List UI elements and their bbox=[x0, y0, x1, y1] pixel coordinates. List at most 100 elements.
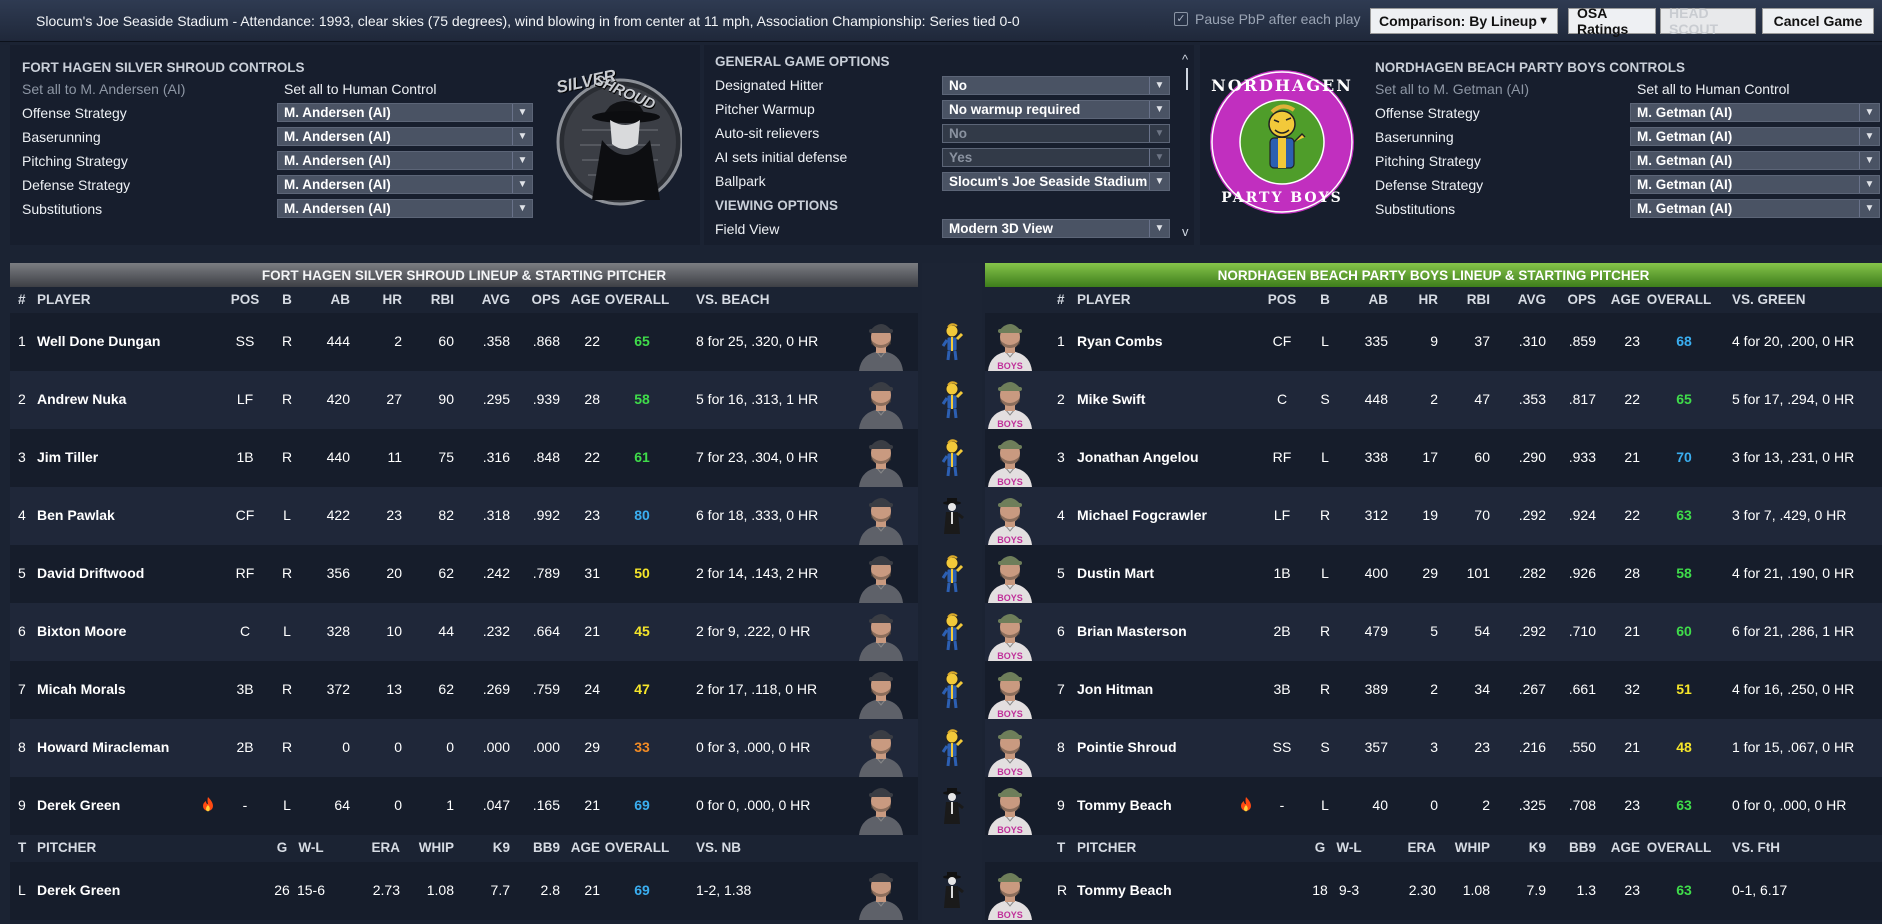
set-all-ai-right[interactable]: Set all to M. Getman (AI) bbox=[1375, 81, 1529, 97]
scrollbar-thumb[interactable] bbox=[1186, 68, 1188, 90]
option-value: No warmup required bbox=[949, 102, 1081, 117]
cancel-game-button[interactable]: Cancel Game bbox=[1762, 8, 1874, 34]
set-all-human-right[interactable]: Set all to Human Control bbox=[1637, 81, 1790, 97]
player-avg: .292 bbox=[1518, 623, 1546, 639]
pitcher-vs: 1-2, 1.38 bbox=[696, 882, 752, 898]
player-name: Jon Hitman bbox=[1077, 681, 1154, 697]
option-label: Pitcher Warmup bbox=[715, 101, 815, 117]
player-overall: 63 bbox=[1676, 797, 1692, 813]
player-bats: R bbox=[281, 739, 293, 755]
chevron-down-icon: ▼ bbox=[1859, 176, 1879, 193]
chevron-down-icon: ▼ bbox=[512, 152, 532, 169]
control-select[interactable]: M. Andersen (AI) ▼ bbox=[277, 151, 533, 170]
chevron-down-icon: ▼ bbox=[1149, 220, 1169, 237]
player-ab: 444 bbox=[326, 333, 350, 349]
control-select[interactable]: M. Andersen (AI) ▼ bbox=[277, 127, 533, 146]
control-value: M. Getman (AI) bbox=[1637, 153, 1733, 168]
col-header-vs: VS. GREEN bbox=[1732, 292, 1806, 307]
option-label: AI sets initial defense bbox=[715, 149, 848, 165]
control-select[interactable]: M. Getman (AI) ▼ bbox=[1630, 175, 1880, 194]
player-bats: L bbox=[283, 797, 291, 813]
osa-ratings-button[interactable]: OSA Ratings bbox=[1568, 5, 1656, 37]
player-age: 24 bbox=[584, 681, 600, 697]
control-select[interactable]: M. Getman (AI) ▼ bbox=[1630, 151, 1880, 170]
set-all-human-left[interactable]: Set all to Human Control bbox=[284, 81, 437, 97]
control-value: M. Andersen (AI) bbox=[284, 129, 391, 144]
pitcher-vs: 0-1, 6.17 bbox=[1732, 882, 1788, 898]
control-select[interactable]: M. Getman (AI) ▼ bbox=[1630, 127, 1880, 146]
svg-text:BOYS: BOYS bbox=[997, 419, 1023, 429]
player-hr: 5 bbox=[1430, 623, 1438, 639]
col-header-age: AGE bbox=[1610, 292, 1640, 307]
control-label: Pitching Strategy bbox=[1375, 153, 1481, 169]
player-avatar: BOYS bbox=[984, 603, 1036, 661]
comparison-dropdown[interactable]: Comparison: By Lineup ▼ bbox=[1370, 8, 1558, 34]
svg-text:BOYS: BOYS bbox=[997, 767, 1023, 777]
option-select[interactable]: Slocum's Joe Seaside Stadium ▼ bbox=[942, 172, 1170, 191]
scroll-down-icon[interactable]: v bbox=[1182, 224, 1189, 239]
logo-text-bottom: PARTY BOYS bbox=[1221, 190, 1343, 206]
player-bats: R bbox=[281, 391, 293, 407]
chevron-down-icon: ▼ bbox=[512, 200, 532, 217]
player-pos: RF bbox=[235, 565, 255, 581]
player-pos: 2B bbox=[1273, 623, 1291, 639]
head-scout-label: HEAD SCOUT bbox=[1669, 5, 1718, 37]
player-ops: .550 bbox=[1568, 739, 1596, 755]
field-view-select[interactable]: Modern 3D View ▼ bbox=[942, 219, 1170, 238]
pitcher-k9: 7.9 bbox=[1526, 882, 1546, 898]
player-bats: S bbox=[1320, 739, 1330, 755]
col-header-whip: WHIP bbox=[1454, 840, 1490, 855]
row-number: 3 bbox=[18, 449, 26, 465]
player-rbi: 101 bbox=[1466, 565, 1490, 581]
general-options-panel bbox=[704, 45, 1194, 245]
player-name: Well Done Dungan bbox=[37, 333, 161, 349]
set-all-ai-left[interactable]: Set all to M. Andersen (AI) bbox=[22, 81, 185, 97]
player-age: 28 bbox=[1624, 565, 1640, 581]
player-overall: 65 bbox=[1676, 391, 1692, 407]
player-ops: .926 bbox=[1568, 565, 1596, 581]
player-rbi: 0 bbox=[446, 739, 454, 755]
control-value: M. Getman (AI) bbox=[1637, 129, 1733, 144]
player-ab: 440 bbox=[326, 449, 350, 465]
vault-boy-icon bbox=[938, 322, 966, 362]
player-vs: 4 for 21, .190, 0 HR bbox=[1732, 565, 1855, 581]
option-select[interactable]: No warmup required ▼ bbox=[942, 100, 1170, 119]
player-hr: 13 bbox=[386, 681, 402, 697]
right-controls-title: NORDHAGEN BEACH PARTY BOYS CONTROLS bbox=[1375, 60, 1686, 75]
player-avg: .216 bbox=[1518, 739, 1546, 755]
player-vs: 3 for 13, .231, 0 HR bbox=[1732, 449, 1855, 465]
control-select[interactable]: M. Andersen (AI) ▼ bbox=[277, 175, 533, 194]
svg-text:BOYS: BOYS bbox=[997, 910, 1023, 920]
player-age: 21 bbox=[584, 797, 600, 813]
player-overall: 61 bbox=[634, 449, 650, 465]
player-avatar: BOYS bbox=[984, 661, 1036, 719]
player-name: Bixton Moore bbox=[37, 623, 127, 639]
col-header-avg: AVG bbox=[481, 292, 510, 307]
player-overall: 60 bbox=[1676, 623, 1692, 639]
col-header-hr: HR bbox=[1418, 292, 1439, 307]
pause-pbp-checkbox[interactable]: ✓ Pause PbP after each play bbox=[1174, 11, 1361, 27]
control-select[interactable]: M. Andersen (AI) ▼ bbox=[277, 103, 533, 122]
scroll-up-icon[interactable]: ^ bbox=[1182, 52, 1188, 67]
col-header-era: ERA bbox=[1407, 840, 1436, 855]
player-avatar: BOYS bbox=[984, 371, 1036, 429]
control-select[interactable]: M. Andersen (AI) ▼ bbox=[277, 199, 533, 218]
player-name: Micah Morals bbox=[37, 681, 126, 697]
fire-icon bbox=[202, 797, 214, 815]
col-header-b: B bbox=[282, 292, 292, 307]
control-select[interactable]: M. Getman (AI) ▼ bbox=[1630, 199, 1880, 218]
player-ab: 420 bbox=[326, 391, 350, 407]
pitcher-avatar: BOYS bbox=[984, 862, 1036, 920]
checkmark-icon[interactable]: ✓ bbox=[1174, 12, 1188, 26]
player-ops: .939 bbox=[532, 391, 560, 407]
fire-icon bbox=[1240, 797, 1252, 815]
head-scout-button[interactable]: HEAD SCOUT bbox=[1660, 5, 1756, 37]
player-bats: L bbox=[1321, 449, 1329, 465]
option-select[interactable]: No ▼ bbox=[942, 76, 1170, 95]
col-header-rbi: RBI bbox=[1466, 292, 1490, 307]
shroud-figure-icon bbox=[938, 496, 966, 536]
player-ops: .789 bbox=[532, 565, 560, 581]
player-rbi: 2 bbox=[1482, 797, 1490, 813]
player-ops: .924 bbox=[1568, 507, 1596, 523]
control-select[interactable]: M. Getman (AI) ▼ bbox=[1630, 103, 1880, 122]
